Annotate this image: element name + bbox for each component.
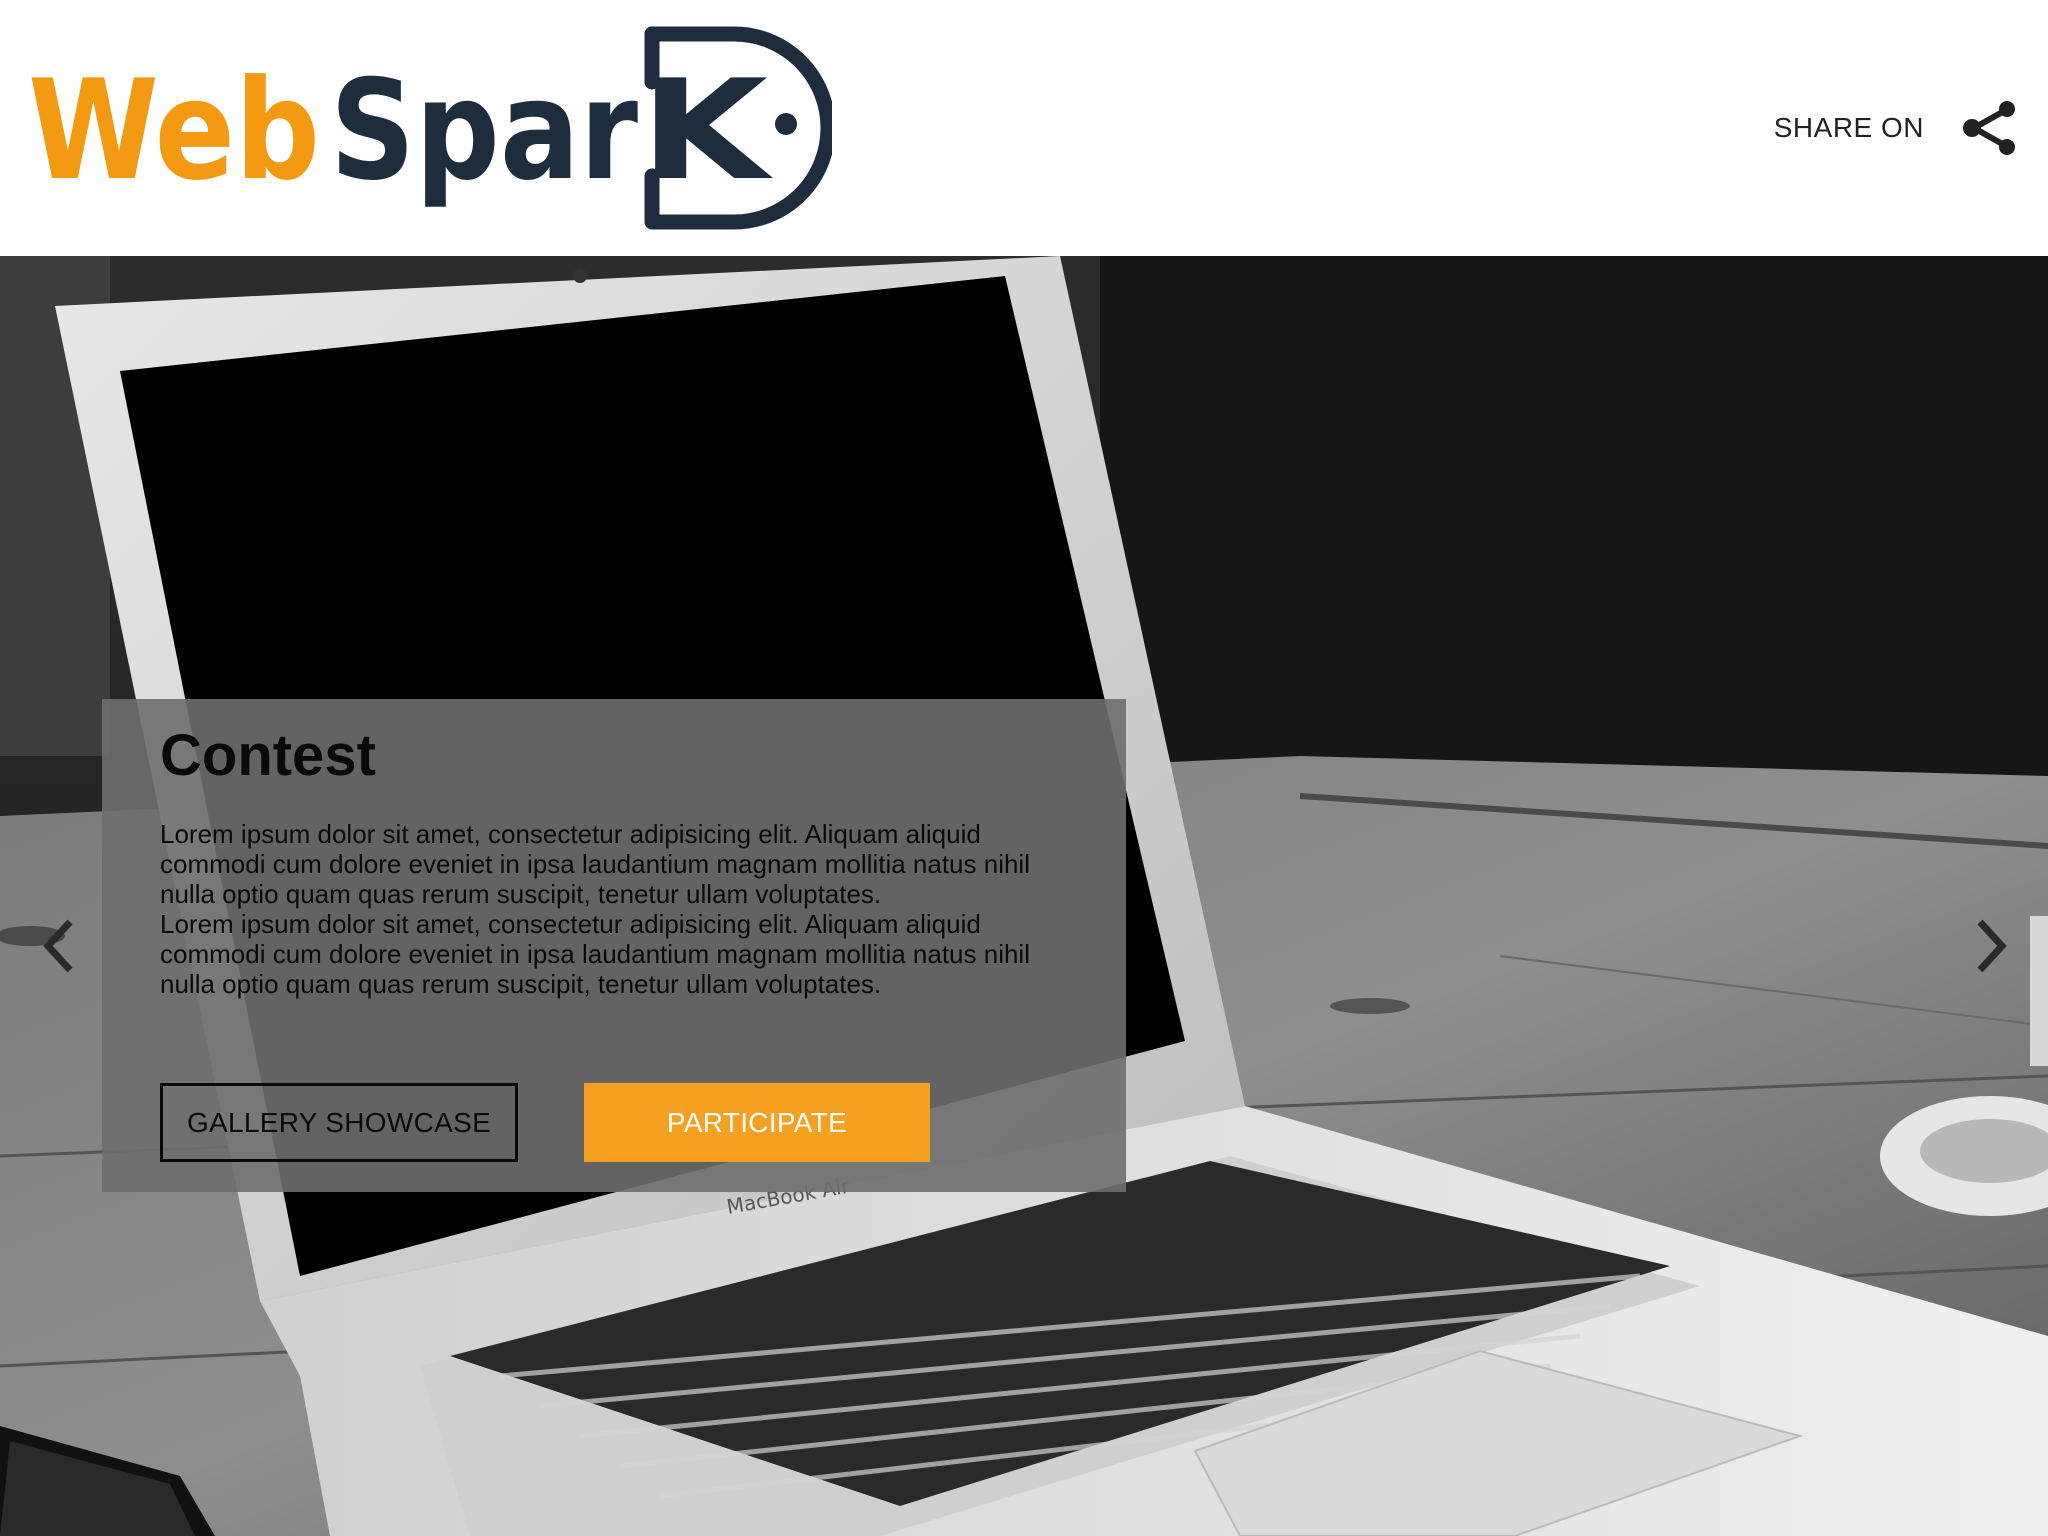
card-actions: GALLERY SHOWCASE PARTICIPATE (160, 1083, 930, 1162)
share-label: SHARE ON (1773, 112, 1924, 143)
webspark-logo[interactable]: Web Spar K (28, 26, 832, 230)
participate-button[interactable]: PARTICIPATE (584, 1083, 930, 1162)
card-paragraph-2: Lorem ipsum dolor sit amet, consectetur … (160, 909, 1030, 999)
svg-text:Web: Web (28, 50, 320, 211)
gallery-showcase-button[interactable]: GALLERY SHOWCASE (160, 1083, 518, 1162)
card-title: Contest (160, 723, 376, 788)
card-paragraph-1: Lorem ipsum dolor sit amet, consectetur … (160, 819, 1030, 909)
share-icon[interactable] (1960, 98, 2020, 158)
chevron-right-icon[interactable] (1960, 906, 2020, 986)
contest-card: Contest Lorem ipsum dolor sit amet, cons… (102, 699, 1126, 1192)
chevron-left-icon[interactable] (30, 906, 90, 986)
svg-text:K: K (640, 50, 774, 211)
card-description: Lorem ipsum dolor sit amet, consectetur … (160, 819, 1066, 999)
svg-text:Spar: Spar (330, 50, 638, 211)
hero-slider: MacBook Air Contest Lorem ipsum dolor si… (0, 256, 2048, 1536)
site-header: Web Spar K SHARE ON (0, 0, 2048, 256)
share-on: SHARE ON (1774, 96, 2020, 160)
